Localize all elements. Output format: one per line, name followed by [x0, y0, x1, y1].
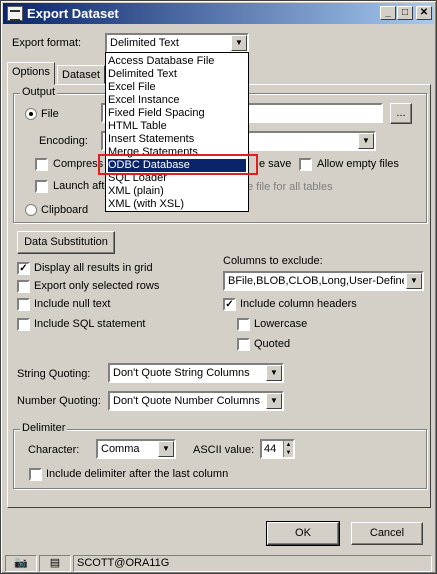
chevron-down-icon[interactable]: ▼: [231, 35, 247, 51]
delimiter-character-select[interactable]: Comma ▼: [96, 439, 176, 459]
allow-empty-files-label: Allow empty files: [317, 158, 399, 170]
string-quoting-value: Don't Quote String Columns: [113, 367, 250, 379]
compress-label: Compress: [53, 158, 104, 170]
launch-after-checkbox[interactable]: [35, 180, 48, 193]
number-quoting-select[interactable]: Don't Quote Number Columns ▼: [108, 391, 284, 411]
clipboard-radio[interactable]: [25, 204, 37, 216]
browse-button-label: ...: [396, 107, 406, 119]
encoding-label: Encoding:: [39, 135, 88, 147]
tab-dataset-label: Dataset: [62, 69, 100, 81]
cancel-button-label: Cancel: [369, 527, 405, 539]
ascii-value-label: ASCII value:: [193, 444, 255, 456]
title-bar[interactable]: Export Dataset _ □ ✕: [3, 3, 434, 24]
delimiter-character-value: Comma: [101, 443, 140, 455]
include-after-last-label: Include delimiter after the last column: [46, 468, 229, 480]
chevron-down-icon[interactable]: ▼: [358, 133, 374, 149]
include-column-headers-label: Include column headers: [240, 298, 357, 310]
chevron-down-icon[interactable]: ▼: [158, 441, 174, 457]
browse-button[interactable]: ...: [390, 103, 412, 124]
allow-empty-files-checkbox[interactable]: [299, 158, 312, 171]
dropdown-option[interactable]: Excel Instance: [108, 94, 246, 107]
cancel-button[interactable]: Cancel: [351, 522, 423, 545]
include-sql-label: Include SQL statement: [34, 318, 146, 330]
output-group-title: Output: [20, 86, 58, 98]
columns-exclude-select[interactable]: BFile,BLOB,CLOB,Long,User-Defined ▼: [223, 271, 424, 291]
tab-options-label: Options: [12, 66, 50, 78]
export-selected-label: Export only selected rows: [34, 280, 160, 292]
minimize-button[interactable]: _: [380, 6, 396, 20]
quoted-label: Quoted: [254, 338, 291, 350]
include-column-headers-checkbox[interactable]: ✓: [223, 298, 236, 311]
quoted-checkbox[interactable]: [237, 338, 250, 351]
dropdown-option[interactable]: Delimited Text: [108, 68, 246, 81]
chevron-down-icon[interactable]: ▼: [266, 365, 282, 381]
close-button[interactable]: ✕: [416, 6, 432, 20]
dropdown-option[interactable]: Access Database File: [108, 55, 246, 68]
include-after-last-checkbox[interactable]: [29, 468, 42, 481]
dropdown-option[interactable]: Excel File: [108, 81, 246, 94]
columns-exclude-value: BFile,BLOB,CLOB,Long,User-Defined: [228, 275, 404, 287]
launch-after-label: Launch afte: [53, 180, 111, 192]
maximize-button[interactable]: □: [397, 6, 413, 20]
status-bar: 📷 ▤ SCOTT@ORA11G: [3, 554, 434, 573]
export-format-label: Export format:: [12, 37, 82, 49]
chevron-down-icon[interactable]: ▼: [266, 393, 282, 409]
file-radio[interactable]: [25, 108, 37, 120]
dropdown-option[interactable]: XML (plain): [108, 185, 246, 198]
ascii-value-text: 44: [264, 443, 277, 455]
string-quoting-select[interactable]: Don't Quote String Columns ▼: [108, 363, 284, 383]
connection-status: SCOTT@ORA11G: [73, 555, 432, 572]
data-substitution-button[interactable]: Data Substitution: [17, 231, 115, 254]
spinner-arrows-icon[interactable]: ▲ ▼: [283, 441, 293, 457]
export-format-select[interactable]: Delimited Text ▼: [105, 33, 249, 53]
compress-checkbox[interactable]: [35, 158, 48, 171]
chevron-down-icon[interactable]: ▼: [406, 273, 422, 289]
display-all-checkbox[interactable]: ✓: [17, 262, 30, 275]
ok-button-label: OK: [295, 527, 311, 539]
dropdown-option[interactable]: XML (with XSL): [108, 198, 246, 211]
string-quoting-label: String Quoting:: [17, 368, 91, 380]
include-null-checkbox[interactable]: [17, 298, 30, 311]
window-title: Export Dataset: [27, 6, 119, 21]
export-format-dropdown-list[interactable]: Access Database File Delimited Text Exce…: [105, 52, 249, 212]
ascii-value-input[interactable]: 44 ▲ ▼: [260, 439, 295, 459]
dropdown-option[interactable]: Insert Statements: [108, 133, 246, 146]
columns-exclude-label: Columns to exclude:: [223, 255, 323, 267]
export-selected-checkbox[interactable]: [17, 280, 30, 293]
number-quoting-value: Don't Quote Number Columns: [113, 395, 260, 407]
data-substitution-label: Data Substitution: [24, 236, 108, 248]
clipboard-icon[interactable]: ▤: [39, 555, 71, 572]
include-sql-checkbox[interactable]: [17, 318, 30, 331]
delimiter-group: Delimiter: [13, 422, 427, 489]
dropdown-option[interactable]: HTML Table: [108, 120, 246, 133]
save-partial-label: e save: [259, 158, 292, 170]
ok-button[interactable]: OK: [266, 521, 340, 546]
delimiter-character-label: Character:: [28, 444, 80, 456]
lowercase-label: Lowercase: [254, 318, 308, 330]
one-file-all-tables-label: e file for all tables: [247, 181, 333, 193]
clipboard-radio-label: Clipboard: [41, 204, 89, 216]
camera-icon[interactable]: 📷: [5, 555, 37, 572]
tab-dataset[interactable]: Dataset: [57, 65, 105, 84]
display-all-label: Display all results in grid: [34, 262, 153, 274]
number-quoting-label: Number Quoting:: [17, 395, 101, 407]
annotation-highlight-box: [98, 154, 258, 175]
export-dataset-window: Export Dataset _ □ ✕ Export format: Deli…: [0, 0, 437, 574]
dropdown-option[interactable]: Fixed Field Spacing: [108, 107, 246, 120]
include-null-label: Include null text: [34, 298, 111, 310]
export-format-value: Delimited Text: [110, 37, 179, 49]
file-radio-label: File: [41, 108, 59, 120]
app-icon: [7, 6, 23, 21]
delimiter-group-title: Delimiter: [20, 422, 68, 434]
tab-options[interactable]: Options: [7, 62, 55, 85]
lowercase-checkbox[interactable]: [237, 318, 250, 331]
